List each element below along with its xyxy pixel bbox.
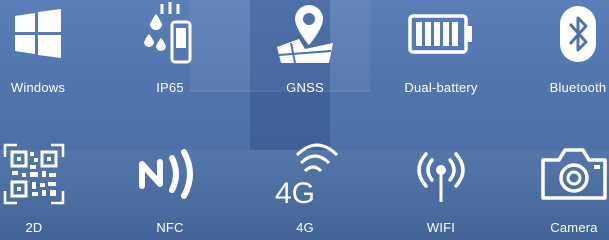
feature-bluetooth: Bluetooth <box>523 0 609 105</box>
windows-logo-icon <box>0 0 93 68</box>
wifi-antenna-icon <box>386 140 496 208</box>
feature-label: Bluetooth <box>549 80 607 95</box>
feature-dual-battery: Dual-battery <box>386 0 496 105</box>
nfc-icon <box>115 140 225 208</box>
feature-label: Dual-battery <box>404 80 478 95</box>
feature-label: 2D <box>25 220 43 235</box>
battery-icon <box>386 0 496 68</box>
4g-text: 4G <box>275 177 315 207</box>
feature-label: Windows <box>10 80 66 95</box>
feature-label: NFC <box>156 220 184 235</box>
feature-label: 4G <box>296 220 314 235</box>
bluetooth-icon <box>523 0 609 68</box>
feature-ip65: IP65 <box>115 0 225 105</box>
feature-label: IP65 <box>156 80 184 95</box>
water-resistant-device-icon <box>115 0 225 68</box>
feature-label: Camera <box>550 220 598 235</box>
feature-panel: Windows IP65 GNSS Dual-battery Bluetooth… <box>0 0 609 240</box>
feature-nfc: NFC <box>115 118 225 235</box>
feature-label: WIFI <box>426 220 456 235</box>
camera-icon <box>519 140 609 208</box>
feature-wifi: WIFI <box>386 118 496 235</box>
feature-label: GNSS <box>286 80 324 95</box>
feature-2d: 2D <box>0 118 89 235</box>
qr-code-icon <box>0 140 89 208</box>
feature-gnss: GNSS <box>250 0 360 105</box>
map-pin-icon <box>250 0 360 68</box>
feature-windows: Windows <box>0 0 93 105</box>
4g-signal-icon: 4G <box>250 140 360 208</box>
feature-camera: Camera <box>519 118 609 235</box>
feature-4g: 4G 4G <box>250 118 360 235</box>
